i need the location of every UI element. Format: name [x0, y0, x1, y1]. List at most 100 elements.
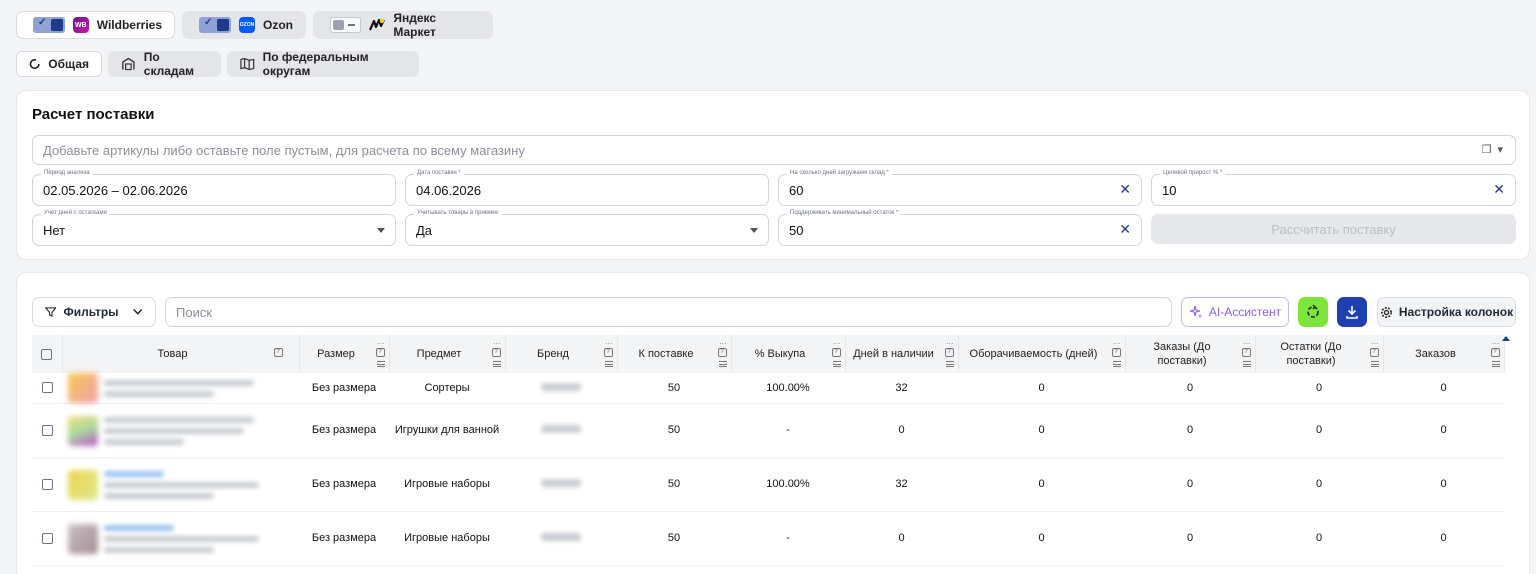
row-select-cell	[32, 403, 62, 458]
product-cell[interactable]	[62, 403, 299, 458]
growth-field[interactable]: Целевой прирост % * 10 ✕	[1151, 168, 1516, 206]
column-title: Товар	[157, 348, 188, 360]
column-header[interactable]: Размер?...	[299, 335, 390, 373]
calculate-button[interactable]: Рассчитать поставку	[1151, 214, 1516, 244]
table-row[interactable]: Без размера Игрушки для ванной 50 - 0 0 …	[32, 403, 1504, 458]
column-menu-icon[interactable]	[1112, 361, 1121, 367]
download-button[interactable]	[1337, 297, 1367, 327]
help-icon[interactable]: ?	[273, 348, 283, 357]
select-all-checkbox[interactable]	[41, 348, 53, 360]
table-row[interactable]: Без размера Игровые наборы 50 - 0 0 0 0 …	[32, 511, 1504, 566]
ai-assistant-button[interactable]: AI-Ассистент	[1181, 297, 1289, 327]
help-icon[interactable]: ?	[831, 348, 841, 357]
min-stock-field[interactable]: Поддерживать минимальный остаток * 50 ✕	[778, 208, 1142, 246]
column-title: Заказы (До поставки)	[1153, 341, 1211, 367]
column-menu-icon[interactable]	[718, 361, 727, 367]
more-icon[interactable]: ...	[1243, 337, 1251, 346]
column-header[interactable]: Оборачиваемость (дней)?...	[958, 335, 1126, 373]
tab-warehouses[interactable]: По складам	[108, 50, 221, 78]
wildberries-switch[interactable]	[33, 17, 65, 33]
tab-federal-districts[interactable]: По федеральным округам	[227, 50, 419, 78]
days-load-field[interactable]: На сколько дней загружаем склад * 60 ✕	[778, 168, 1142, 206]
product-cell[interactable]	[62, 373, 299, 404]
refresh-button[interactable]	[1298, 297, 1328, 327]
column-settings-button[interactable]: Настройка колонок	[1377, 297, 1516, 327]
more-icon[interactable]: ...	[1113, 337, 1121, 346]
sparkle-icon	[1189, 305, 1202, 318]
column-header[interactable]: Заказов?...	[1383, 335, 1505, 373]
help-icon[interactable]: ?	[1111, 348, 1121, 357]
scroll-up-icon[interactable]	[1502, 336, 1510, 341]
clear-icon[interactable]: ✕	[1119, 181, 1131, 198]
search-input[interactable]: Поиск	[165, 297, 1172, 327]
marketplace-yandex[interactable]: Яндекс Маркет	[313, 11, 493, 39]
column-menu-icon[interactable]	[1370, 361, 1379, 367]
help-icon[interactable]: ?	[375, 348, 385, 357]
more-icon[interactable]: ...	[946, 337, 954, 346]
row-checkbox[interactable]	[41, 532, 53, 544]
column-header[interactable]: Остатки (До поставки)?...	[1255, 335, 1384, 373]
column-menu-icon[interactable]	[1491, 361, 1500, 367]
chevron-down-icon[interactable]: ▾	[1497, 143, 1503, 156]
column-menu-icon[interactable]	[945, 361, 954, 367]
period-field[interactable]: Период анализа 02.05.2026 – 02.06.2026	[32, 168, 396, 206]
field-label: Учет дней с остатками	[41, 208, 110, 218]
help-icon[interactable]: ?	[1241, 348, 1251, 357]
help-icon[interactable]: ?	[944, 348, 954, 357]
help-icon[interactable]: ?	[491, 348, 501, 357]
column-title: Предмет	[416, 348, 462, 360]
ozon-switch[interactable]	[199, 17, 231, 33]
column-header[interactable]: Дней в наличии?...	[845, 335, 959, 373]
clear-icon[interactable]: ✕	[1119, 221, 1131, 238]
product-cell[interactable]	[62, 457, 299, 512]
yandex-switch[interactable]	[330, 17, 362, 33]
brand-blurred	[541, 533, 581, 541]
more-icon[interactable]: ...	[377, 337, 385, 346]
more-icon[interactable]: ...	[605, 337, 613, 346]
tab-general[interactable]: Общая	[16, 51, 102, 77]
clear-icon[interactable]: ✕	[1493, 181, 1505, 198]
help-icon[interactable]: ?	[603, 348, 613, 357]
column-header[interactable]: Бренд?...	[505, 335, 618, 373]
stock-days-select[interactable]: Учет дней с остатками Нет	[32, 208, 396, 246]
help-icon[interactable]: ?	[717, 348, 727, 357]
help-icon[interactable]: ?	[1369, 348, 1379, 357]
more-icon[interactable]: ...	[833, 337, 841, 346]
table-row[interactable]: Без размера Игровые наборы 50 100.00% 32…	[32, 457, 1504, 512]
more-icon[interactable]: ...	[719, 337, 727, 346]
column-settings-label: Настройка колонок	[1398, 305, 1514, 319]
filters-button[interactable]: Фильтры	[32, 297, 156, 327]
column-menu-icon[interactable]	[376, 361, 385, 367]
more-icon[interactable]: ...	[1492, 337, 1500, 346]
table-row[interactable]: Без размера Сортеры 50 100.00% 32 0 0 0 …	[32, 373, 1504, 404]
more-icon[interactable]: ...	[493, 337, 501, 346]
row-checkbox[interactable]	[41, 424, 53, 436]
column-title: Заказов	[1415, 348, 1456, 360]
column-title: Размер	[317, 348, 355, 360]
row-checkbox[interactable]	[41, 382, 53, 394]
column-header[interactable]: Предмет?...	[389, 335, 506, 373]
row-checkbox[interactable]	[41, 478, 53, 490]
column-header[interactable]: Заказы (До поставки)?...	[1125, 335, 1256, 373]
marketplace-wildberries[interactable]: WB Wildberries	[16, 11, 175, 39]
copy-icon[interactable]: ❐	[1482, 143, 1492, 156]
more-icon[interactable]: ...	[1371, 337, 1379, 346]
subject-cell: Игрушки для ванной	[389, 403, 505, 458]
column-menu-icon[interactable]	[832, 361, 841, 367]
brand-cell	[505, 457, 617, 512]
column-menu-icon[interactable]	[1242, 361, 1251, 367]
in-transit-select[interactable]: Учитывать товары в приемке Да	[405, 208, 769, 246]
column-header[interactable]: % Выкупа?...	[731, 335, 846, 373]
stock-before-cell: 0	[1255, 403, 1383, 458]
column-menu-icon[interactable]	[604, 361, 613, 367]
supply-date-field[interactable]: Дата поставки * 04.06.2026	[405, 168, 769, 206]
product-cell[interactable]	[62, 511, 299, 566]
column-header[interactable]: К поставке?...	[617, 335, 732, 373]
marketplace-ozon[interactable]: OZON Ozon	[182, 11, 306, 39]
column-menu-icon[interactable]	[492, 361, 501, 367]
articles-input[interactable]: Добавьте артикулы либо оставьте поле пус…	[32, 135, 1516, 165]
column-header[interactable]: Товар?	[62, 335, 300, 373]
articles-actions: ❐ ▾	[1482, 143, 1503, 156]
product-title-blurred	[104, 416, 254, 445]
help-icon[interactable]: ?	[1490, 348, 1500, 357]
